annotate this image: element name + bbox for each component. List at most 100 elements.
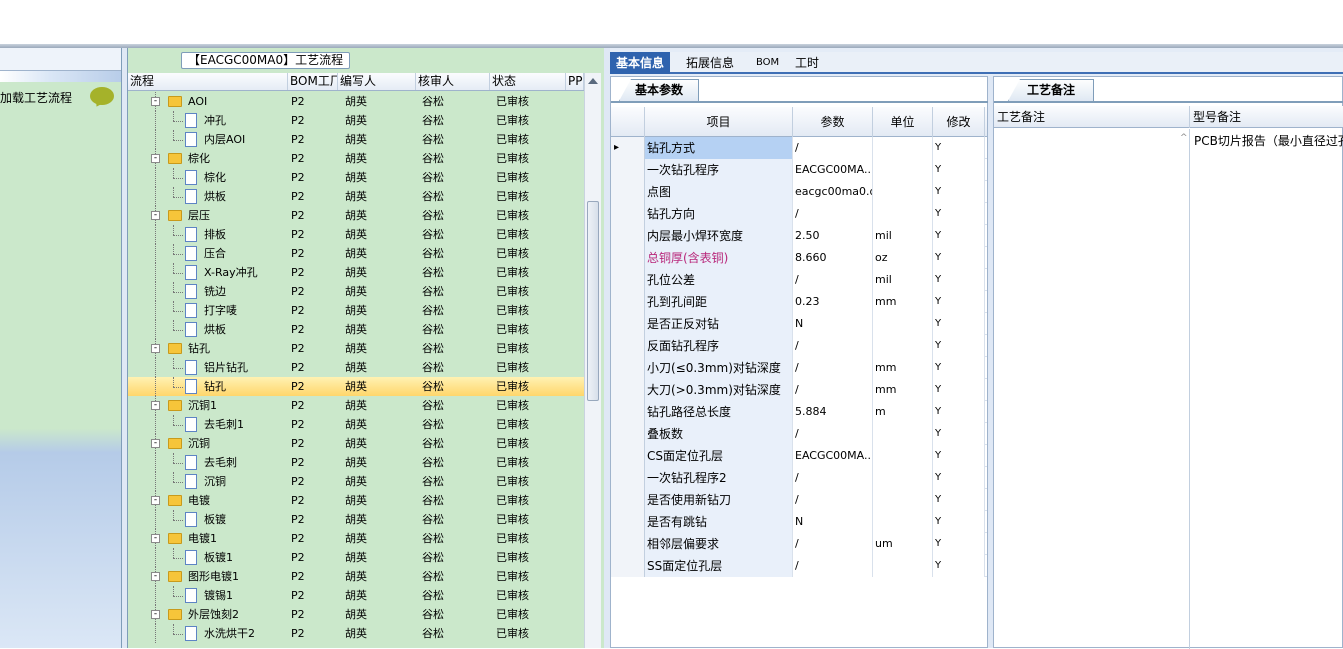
param-unit[interactable] [873, 467, 933, 489]
param-unit[interactable]: mil [873, 225, 933, 247]
chevron-up-icon[interactable]: ^ [1180, 133, 1190, 153]
process-row[interactable]: 铝片钻孔 P2 胡英 谷松 已审核 [128, 358, 584, 377]
col-header-reviewer[interactable]: 核审人 [416, 73, 490, 90]
collapse-icon[interactable]: - [151, 344, 160, 353]
param-row[interactable]: 孔到孔间距 0.23 mm Y [611, 291, 987, 313]
row-header[interactable] [611, 159, 645, 181]
param-modify[interactable]: Y [933, 247, 985, 269]
row-header[interactable] [611, 335, 645, 357]
param-value[interactable]: / [793, 335, 873, 357]
param-value[interactable]: / [793, 489, 873, 511]
row-header[interactable] [611, 401, 645, 423]
param-modify[interactable]: Y [933, 137, 985, 159]
param-row[interactable]: 钻孔方向 / Y [611, 203, 987, 225]
model-note-cell[interactable]: PCB切片报告（最小直径过孔 [1194, 132, 1343, 149]
param-value[interactable]: / [793, 555, 873, 577]
collapse-icon[interactable]: - [151, 610, 160, 619]
collapse-icon[interactable]: - [151, 534, 160, 543]
process-row[interactable]: 铣边 P2 胡英 谷松 已审核 [128, 282, 584, 301]
param-row[interactable]: 是否使用新钻刀 / Y [611, 489, 987, 511]
param-value[interactable]: EACGC00MA... [793, 445, 873, 467]
row-header[interactable] [611, 181, 645, 203]
collapse-icon[interactable]: - [151, 439, 160, 448]
col-header-bom[interactable]: BOM工厂 [288, 73, 338, 90]
row-header[interactable] [611, 467, 645, 489]
param-row[interactable]: 内层最小焊环宽度 2.50 mil Y [611, 225, 987, 247]
param-modify[interactable]: Y [933, 555, 985, 577]
process-row[interactable]: 去毛刺 P2 胡英 谷松 已审核 [128, 453, 584, 472]
param-value[interactable]: eacgc00ma0.d [793, 181, 873, 203]
process-scrollbar[interactable] [584, 73, 601, 648]
param-value[interactable]: / [793, 357, 873, 379]
param-row[interactable]: SS面定位孔层 / Y [611, 555, 987, 577]
param-unit[interactable] [873, 137, 933, 159]
param-row[interactable]: 是否正反对钻 N Y [611, 313, 987, 335]
row-header[interactable] [611, 511, 645, 533]
row-header[interactable] [611, 313, 645, 335]
param-modify[interactable]: Y [933, 291, 985, 313]
process-row[interactable]: 内层AOI P2 胡英 谷松 已审核 [128, 130, 584, 149]
param-unit[interactable]: oz [873, 247, 933, 269]
tab-work-hours[interactable]: 工时 [789, 52, 825, 74]
param-value[interactable]: / [793, 203, 873, 225]
col-header-param[interactable]: 参数 [793, 107, 873, 137]
process-row[interactable]: 烘板 P2 胡英 谷松 已审核 [128, 320, 584, 339]
collapse-icon[interactable]: - [151, 572, 160, 581]
row-header[interactable]: ▸ [611, 137, 645, 159]
tab-bom[interactable]: BOM [750, 52, 785, 74]
process-row[interactable]: 镀锡1 P2 胡英 谷松 已审核 [128, 586, 584, 605]
param-modify[interactable]: Y [933, 181, 985, 203]
row-header[interactable] [611, 247, 645, 269]
param-modify[interactable]: Y [933, 357, 985, 379]
param-unit[interactable] [873, 555, 933, 577]
param-value[interactable]: N [793, 313, 873, 335]
param-value[interactable]: / [793, 533, 873, 555]
row-header[interactable] [611, 445, 645, 467]
param-modify[interactable]: Y [933, 335, 985, 357]
process-row[interactable]: - 图形电镀1 P2 胡英 谷松 已审核 [128, 567, 584, 586]
row-header[interactable] [611, 269, 645, 291]
param-unit[interactable] [873, 159, 933, 181]
process-row[interactable]: 打字唛 P2 胡英 谷松 已审核 [128, 301, 584, 320]
param-modify[interactable]: Y [933, 225, 985, 247]
process-row[interactable]: 去毛刺1 P2 胡英 谷松 已审核 [128, 415, 584, 434]
param-row[interactable]: 叠板数 / Y [611, 423, 987, 445]
process-row[interactable]: 排板 P2 胡英 谷松 已审核 [128, 225, 584, 244]
param-unit[interactable]: mm [873, 379, 933, 401]
param-modify[interactable]: Y [933, 313, 985, 335]
param-value[interactable]: 0.23 [793, 291, 873, 313]
process-notes-tab[interactable]: 工艺备注 [1008, 79, 1094, 101]
col-header-pp[interactable]: PP [566, 73, 584, 90]
param-row[interactable]: 总铜厚(含表铜) 8.660 oz Y [611, 247, 987, 269]
col-header-modify[interactable]: 修改 [933, 107, 985, 137]
param-unit[interactable] [873, 335, 933, 357]
param-row[interactable]: 是否有跳钻 N Y [611, 511, 987, 533]
param-modify[interactable]: Y [933, 203, 985, 225]
param-row[interactable]: 一次钻孔程序2/ Y [611, 467, 987, 489]
param-modify[interactable]: Y [933, 533, 985, 555]
param-unit[interactable] [873, 489, 933, 511]
param-unit[interactable] [873, 423, 933, 445]
param-modify[interactable]: Y [933, 269, 985, 291]
process-row[interactable]: 水洗烘干2 P2 胡英 谷松 已审核 [128, 624, 584, 643]
param-unit[interactable]: mm [873, 291, 933, 313]
process-row[interactable]: - 沉铜1 P2 胡英 谷松 已审核 [128, 396, 584, 415]
param-modify[interactable]: Y [933, 467, 985, 489]
col-header-item[interactable]: 项目 [645, 107, 793, 137]
process-row[interactable]: - 棕化 P2 胡英 谷松 已审核 [128, 149, 584, 168]
process-row[interactable]: - 钻孔 P2 胡英 谷松 已审核 [128, 339, 584, 358]
process-note-cell[interactable] [994, 129, 1190, 649]
col-header-model-note[interactable]: 型号备注 [1190, 106, 1343, 128]
param-modify[interactable]: Y [933, 401, 985, 423]
param-unit[interactable]: um [873, 533, 933, 555]
process-row[interactable]: 钻孔 P2 胡英 谷松 已审核 [128, 377, 584, 396]
process-row[interactable]: - 电镀1 P2 胡英 谷松 已审核 [128, 529, 584, 548]
process-row[interactable]: 冲孔 P2 胡英 谷松 已审核 [128, 111, 584, 130]
param-row[interactable]: 孔位公差 / mil Y [611, 269, 987, 291]
row-header-corner[interactable] [611, 107, 645, 137]
param-unit[interactable] [873, 203, 933, 225]
process-row[interactable]: - 外层蚀刻2 P2 胡英 谷松 已审核 [128, 605, 584, 624]
scroll-thumb[interactable] [587, 201, 599, 401]
col-header-process-note[interactable]: 工艺备注 [994, 106, 1190, 128]
process-row[interactable]: 板镀1 P2 胡英 谷松 已审核 [128, 548, 584, 567]
